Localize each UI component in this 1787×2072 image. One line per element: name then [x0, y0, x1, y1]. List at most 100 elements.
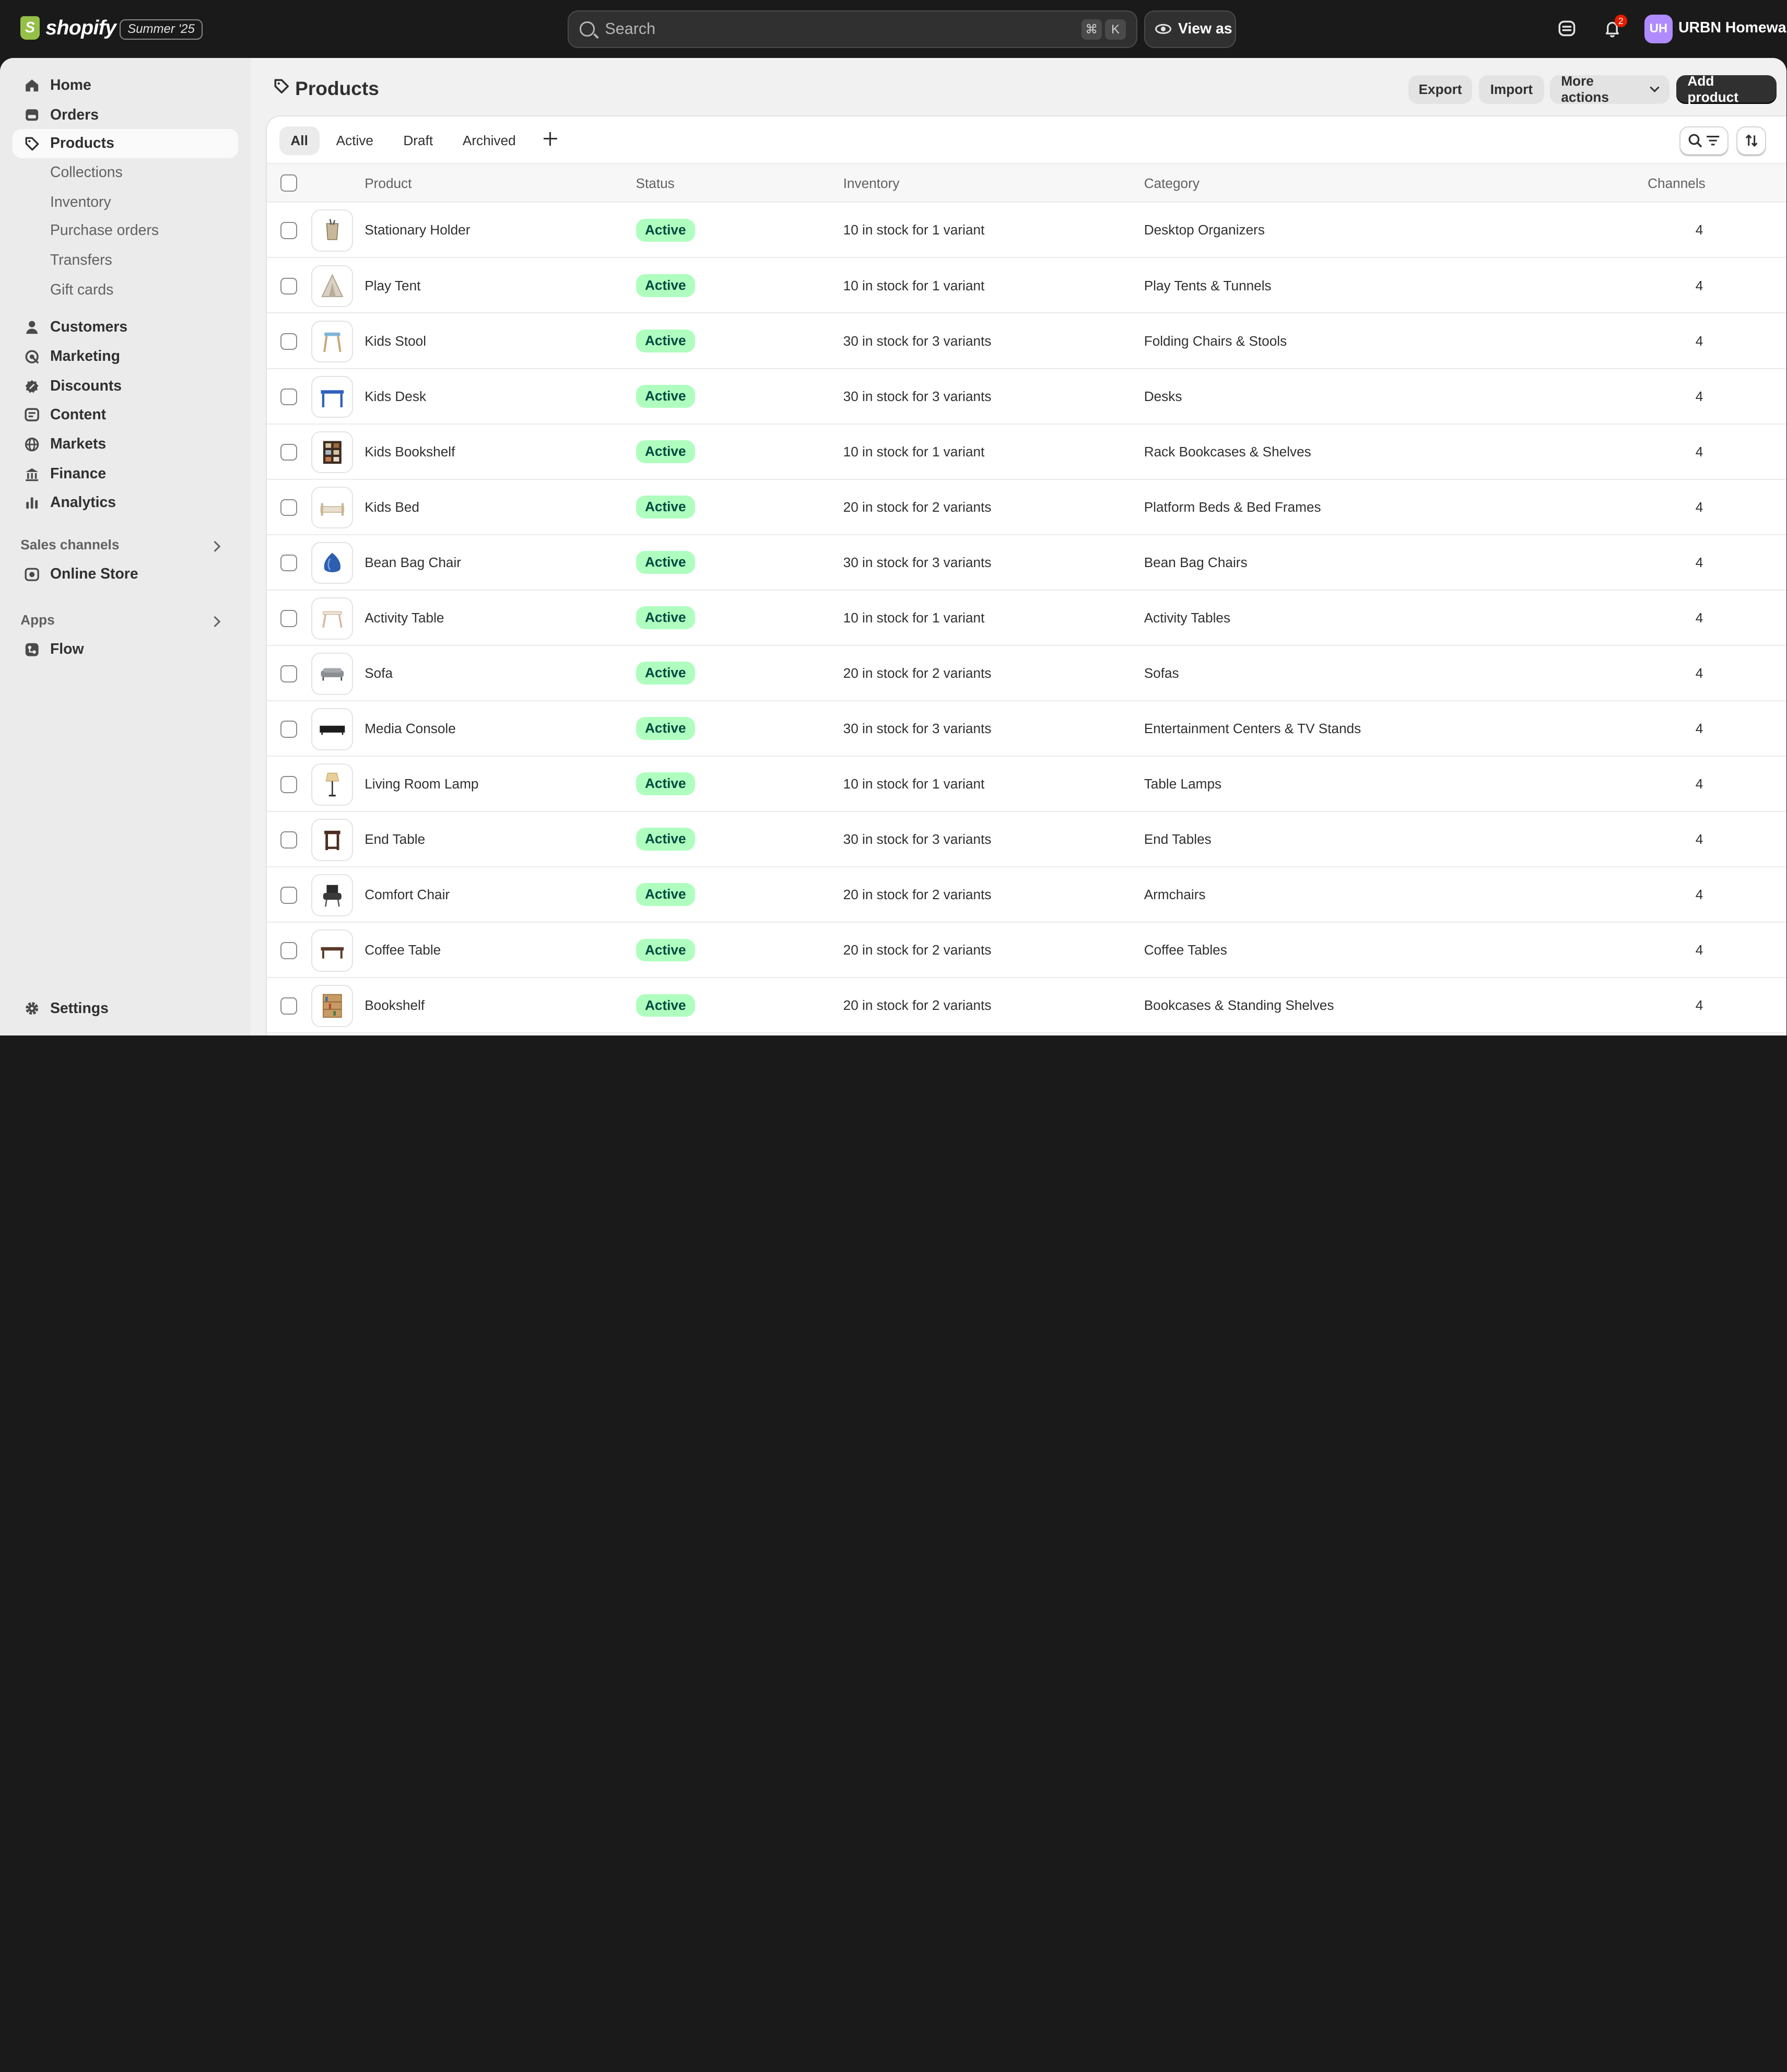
table-row[interactable]: Media Console Active 30 in stock for 3 var…: [266, 701, 1787, 757]
tab-all[interactable]: All: [279, 126, 320, 155]
export-button[interactable]: Export: [1408, 75, 1473, 104]
table-row[interactable]: Stationary Holder Active 10 in stock for 1…: [266, 203, 1787, 258]
table-row[interactable]: End Table Active 30 in stock for 3 variant…: [266, 812, 1787, 867]
product-thumbnail[interactable]: [311, 265, 354, 308]
product-thumbnail[interactable]: [311, 929, 354, 972]
product-thumbnail[interactable]: [311, 818, 354, 861]
search-filter-button[interactable]: [1679, 126, 1729, 155]
product-name[interactable]: Activity Table: [365, 610, 444, 626]
edition-badge[interactable]: Summer '25: [120, 19, 203, 40]
row-checkbox[interactable]: [280, 443, 298, 461]
row-checkbox[interactable]: [280, 554, 298, 572]
table-row[interactable]: Comfort Chair Active 20 in stock for 2 var…: [266, 867, 1787, 923]
product-thumbnail[interactable]: [311, 652, 354, 695]
sidebar-item-discounts[interactable]: Discounts: [13, 371, 238, 401]
apps-heading[interactable]: Apps: [20, 612, 54, 628]
sidebar-subitem-collections[interactable]: Collections: [50, 164, 123, 187]
sidebar-item-customers[interactable]: Customers: [13, 312, 238, 342]
product-name[interactable]: Coffee Table: [365, 942, 441, 958]
sidebar-item-finance[interactable]: Finance: [13, 459, 238, 489]
row-checkbox[interactable]: [280, 277, 298, 295]
row-checkbox[interactable]: [280, 609, 298, 627]
product-name[interactable]: Stationary Holder: [365, 222, 470, 238]
table-row[interactable]: Play Tent Active 10 in stock for 1 variant…: [266, 258, 1787, 314]
product-name[interactable]: Sofa: [365, 665, 393, 681]
sidebar-item-markets[interactable]: Markets: [13, 430, 238, 460]
product-name[interactable]: Kids Stool: [365, 333, 426, 349]
sidebar-item-marketing[interactable]: Marketing: [13, 342, 238, 372]
sidebar-item-content[interactable]: Content: [13, 400, 238, 430]
column-channels[interactable]: Channels: [1648, 175, 1706, 192]
row-checkbox[interactable]: [280, 942, 298, 959]
sidebar-item-online-store[interactable]: Online Store: [13, 559, 238, 589]
row-checkbox[interactable]: [280, 333, 298, 350]
column-inventory[interactable]: Inventory: [843, 175, 900, 192]
product-name[interactable]: End Table: [365, 831, 425, 847]
tab-active[interactable]: Active: [325, 126, 385, 155]
column-status[interactable]: Status: [636, 175, 675, 192]
import-button[interactable]: Import: [1479, 75, 1544, 104]
product-thumbnail[interactable]: [311, 209, 354, 252]
select-all-checkbox[interactable]: [280, 174, 298, 192]
product-name[interactable]: Kids Desk: [365, 388, 426, 405]
table-row[interactable]: Kids Desk Active 30 in stock for 3 variant…: [266, 369, 1787, 425]
sales-channels-heading[interactable]: Sales channels: [20, 537, 119, 553]
row-checkbox[interactable]: [280, 887, 298, 904]
sidebar-item-settings[interactable]: Settings: [13, 994, 238, 1023]
table-row[interactable]: Coffee Table Active 20 in stock for 2 vari…: [266, 923, 1787, 978]
product-name[interactable]: Bean Bag Chair: [365, 555, 461, 571]
product-name[interactable]: Kids Bookshelf: [365, 444, 455, 460]
store-name[interactable]: URBN Homewares: [1678, 19, 1786, 37]
sidekick-icon[interactable]: [1557, 18, 1577, 39]
table-row[interactable]: Kids Bed Active 20 in stock for 2 variants…: [266, 480, 1787, 535]
table-row[interactable]: Bookshelf Active 20 in stock for 2 variant…: [266, 978, 1787, 1034]
sort-button[interactable]: [1736, 126, 1767, 155]
sidebar-subitem-purchase-orders[interactable]: Purchase orders: [50, 222, 159, 245]
product-thumbnail[interactable]: [311, 431, 354, 474]
product-name[interactable]: Living Room Lamp: [365, 776, 478, 792]
add-view-icon[interactable]: [543, 131, 559, 147]
product-name[interactable]: Bookshelf: [365, 997, 425, 1014]
row-checkbox[interactable]: [280, 665, 298, 682]
product-name[interactable]: Kids Bed: [365, 499, 419, 515]
row-checkbox[interactable]: [280, 831, 298, 849]
row-checkbox[interactable]: [280, 997, 298, 1015]
table-row[interactable]: Kids Stool Active 30 in stock for 3 varian…: [266, 313, 1787, 369]
column-category[interactable]: Category: [1144, 175, 1200, 192]
product-thumbnail[interactable]: [311, 708, 354, 750]
sidebar-item-home[interactable]: Home: [13, 70, 238, 100]
tab-archived[interactable]: Archived: [451, 126, 527, 155]
chevron-right-icon[interactable]: [209, 616, 221, 628]
product-name[interactable]: Media Console: [365, 721, 456, 737]
tab-draft[interactable]: Draft: [392, 126, 444, 155]
shopify-logo[interactable]: shopify: [20, 16, 116, 40]
row-checkbox[interactable]: [280, 720, 298, 738]
table-row[interactable]: Kids Bookshelf Active 10 in stock for 1 va…: [266, 425, 1787, 480]
sidebar-subitem-transfers[interactable]: Transfers: [50, 252, 112, 275]
sidebar-item-analytics[interactable]: Analytics: [13, 488, 238, 517]
more-actions-button[interactable]: More actions: [1549, 73, 1670, 105]
search-bar[interactable]: Search ⌘ K: [567, 10, 1137, 48]
row-checkbox[interactable]: [280, 775, 298, 793]
sidebar-item-products[interactable]: Products: [13, 128, 239, 159]
product-thumbnail[interactable]: [311, 486, 354, 529]
product-thumbnail[interactable]: [311, 375, 354, 418]
product-name[interactable]: Comfort Chair: [365, 887, 450, 903]
avatar[interactable]: UH: [1644, 15, 1673, 43]
product-thumbnail[interactable]: [311, 763, 354, 806]
row-checkbox[interactable]: [280, 388, 298, 406]
sidebar-subitem-inventory[interactable]: Inventory: [50, 194, 111, 217]
add-product-button[interactable]: Add product: [1676, 73, 1777, 105]
product-thumbnail[interactable]: [311, 874, 354, 916]
chevron-right-icon[interactable]: [209, 540, 221, 552]
table-row[interactable]: Activity Table Active 10 in stock for 1 va…: [266, 591, 1787, 646]
product-thumbnail[interactable]: [311, 541, 354, 584]
column-product[interactable]: Product: [365, 175, 412, 192]
sidebar-subitem-gift-cards[interactable]: Gift cards: [50, 281, 113, 304]
table-row[interactable]: Living Room Lamp Active 10 in stock for 1 …: [266, 757, 1787, 812]
product-thumbnail[interactable]: [311, 985, 354, 1027]
row-checkbox[interactable]: [280, 499, 298, 516]
product-thumbnail[interactable]: [311, 320, 354, 363]
table-row[interactable]: Bean Bag Chair Active 30 in stock for 3 va…: [266, 535, 1787, 591]
product-name[interactable]: Play Tent: [365, 278, 420, 294]
